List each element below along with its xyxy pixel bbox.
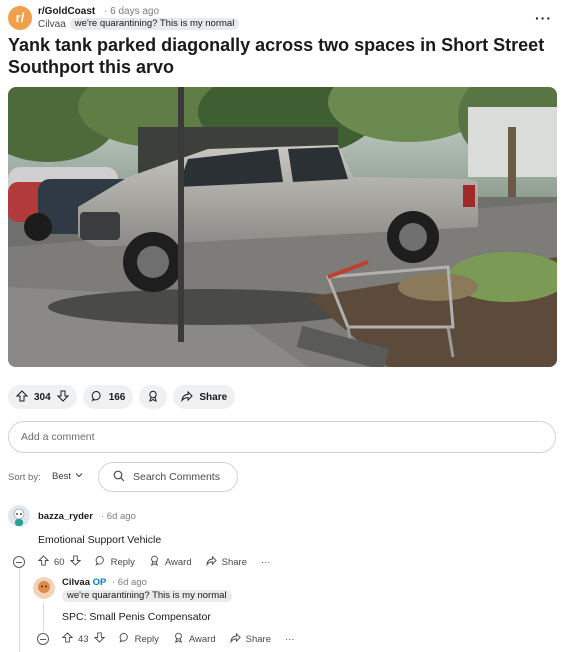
upvote-icon[interactable] [61,632,74,646]
reply-button[interactable]: Reply [119,632,159,646]
share-button[interactable]: Share [205,555,247,569]
comment-age: · 6d ago [101,511,136,522]
vote-count: 304 [34,391,51,403]
comment-username-text[interactable]: Cilvaa [62,577,90,588]
post-author[interactable]: Cilvaa [38,19,66,30]
downvote-icon[interactable] [56,390,69,405]
truck-photo [8,87,557,367]
comment-body: SPC: Small Penis Compensator [62,611,211,623]
author-flair: we're quarantining? This is my normal [69,18,240,30]
comment-vote-count: 60 [54,556,65,568]
comment-vote: 60 [37,555,81,569]
search-icon [113,470,125,485]
sort-label: Sort by: [8,472,41,483]
share-button[interactable]: Share [229,632,271,646]
award-icon [173,632,184,646]
post-image[interactable] [8,87,557,367]
avatar[interactable] [8,505,30,527]
comment-username[interactable]: bazza_ryder [38,511,93,522]
collapse-thread-button[interactable] [37,633,49,645]
chevron-down-icon [75,471,83,482]
award-icon [147,390,159,405]
more-options-icon[interactable]: ··· [285,634,295,645]
comment-body: Emotional Support Vehicle [38,534,162,546]
award-icon [149,555,160,569]
share-icon [181,390,194,405]
more-options-icon[interactable]: ··· [261,557,271,568]
share-icon [205,555,217,569]
post-action-bar: 304 166 Share [8,385,236,409]
downvote-icon[interactable] [93,632,105,646]
upvote-icon[interactable] [37,555,50,569]
award-button[interactable]: Award [173,632,216,646]
thread-line[interactable] [43,603,44,631]
post-title[interactable]: Yank tank parked diagonally across two s… [8,34,556,78]
award-label: Award [188,633,216,645]
upvote-icon[interactable] [15,389,29,405]
author-line: Cilvaa we're quarantining? This is my no… [38,18,240,30]
post-header: r/ r/GoldCoast · 6 days ago Cilvaa we're… [8,4,556,32]
share-icon [229,632,241,646]
award-label: Award [164,556,192,568]
reply-label: Reply [110,556,135,568]
award-button[interactable]: Award [149,555,192,569]
sort-dropdown[interactable]: Best [52,471,83,482]
downvote-icon[interactable] [69,555,81,569]
comment-icon [119,632,130,646]
subreddit-name[interactable]: r/GoldCoast [38,6,95,17]
reply-button[interactable]: Reply [95,555,135,569]
comment-vote: 43 [61,632,105,646]
thread-line[interactable] [19,568,20,652]
share-label: Share [199,391,228,403]
comment-actions: 43 Reply Award Share ··· [61,632,295,646]
comments-button[interactable]: 166 [82,385,134,409]
sort-value: Best [52,471,72,482]
avatar[interactable] [33,577,55,599]
comment-actions: 60 Reply Award Share ··· [37,555,271,569]
vote-pill: 304 [8,385,77,409]
add-comment-input[interactable]: Add a comment [8,421,556,453]
comment-count: 166 [108,391,126,403]
collapse-thread-button[interactable] [13,556,25,568]
share-label: Share [245,633,271,645]
comment-vote-count: 43 [78,633,89,645]
search-comments-placeholder: Search Comments [133,471,220,483]
award-button[interactable] [139,385,168,409]
search-comments-input[interactable]: Search Comments [98,462,238,492]
comment-icon [91,390,103,405]
op-badge: OP [92,577,107,588]
comment-icon [95,555,106,569]
reply-label: Reply [134,633,159,645]
post-age: · 6 days ago [104,6,160,17]
comment-username: Cilvaa OP [62,577,106,588]
author-flair: we're quarantining? This is my normal [62,590,232,602]
more-icon[interactable]: ··· [535,10,552,26]
subreddit-avatar[interactable]: r/ [8,6,32,30]
share-label: Share [221,556,247,568]
share-button[interactable]: Share [173,385,236,409]
comment-age: · 6d ago [112,577,147,588]
